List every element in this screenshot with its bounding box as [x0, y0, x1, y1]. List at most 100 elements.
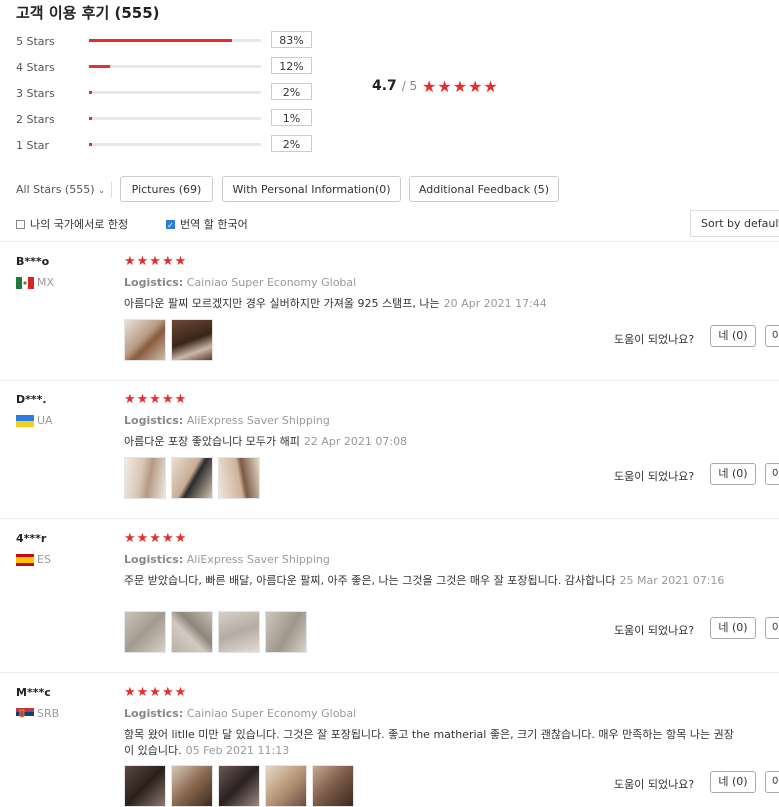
review-text: 주문 받았습니다, 빠른 배달, 아름다운 팔찌, 아주 좋은, 나는 그것을 … — [124, 573, 744, 589]
rating-row-2[interactable]: 2 Stars 1% — [16, 109, 312, 129]
personal-info-filter-button[interactable]: With Personal Information(0) — [222, 176, 401, 202]
rating-percent: 12% — [271, 57, 312, 74]
logistics-label: Logistics: — [124, 553, 184, 566]
review-photo-thumbnail[interactable] — [171, 765, 213, 807]
review-logistics: Logistics: AliExpress Saver Shipping — [124, 553, 330, 566]
rating-bar — [89, 91, 261, 94]
country-only-option[interactable]: 나의 국가에서로 한정 — [16, 216, 128, 232]
review-item: D***. UA ★★★★★ Logistics: AliExpress Sav… — [0, 392, 779, 518]
helpful-yes-button[interactable]: 네 (0) — [710, 325, 756, 347]
review-stars: ★★★★★ — [124, 392, 188, 407]
all-stars-dropdown[interactable]: All Stars (555) ⌄ — [16, 183, 105, 196]
review-body: 아름다운 포장 좋았습니다 모두가 해피 — [124, 435, 300, 448]
review-photo-thumbnail[interactable] — [265, 611, 307, 653]
chevron-down-icon: ⌄ — [98, 186, 105, 195]
helpful-no-button[interactable]: 아 — [765, 463, 779, 485]
review-photo-thumbnail[interactable] — [124, 319, 166, 361]
helpful-no-button[interactable]: 아 — [765, 617, 779, 639]
review-date: 25 Mar 2021 07:16 — [619, 574, 725, 587]
helpful-no-button[interactable]: 아 — [765, 325, 779, 347]
divider — [0, 672, 779, 673]
pictures-filter-button[interactable]: Pictures (69) — [120, 176, 213, 202]
country-only-label: 나의 국가에서로 한정 — [30, 218, 129, 231]
review-photo-thumbnail[interactable] — [218, 457, 260, 499]
review-stars: ★★★★★ — [124, 531, 188, 546]
review-text: 아름다운 포장 좋았습니다 모두가 해피 22 Apr 2021 07:08 — [124, 434, 744, 450]
review-photo-thumbnail[interactable] — [218, 611, 260, 653]
score-out-of: / 5 — [401, 79, 418, 93]
reviewer-country: UA — [37, 414, 53, 427]
rating-bar-fill — [89, 65, 110, 68]
helpful-yes-button[interactable]: 네 (0) — [710, 771, 756, 793]
rating-bar — [89, 39, 261, 42]
review-photos — [124, 611, 307, 653]
rating-bar — [89, 143, 261, 146]
flag-srb-icon — [16, 708, 34, 720]
logistics-value: AliExpress Saver Shipping — [186, 553, 330, 566]
rating-percent: 2% — [271, 135, 312, 152]
review-photo-thumbnail[interactable] — [218, 765, 260, 807]
review-logistics: Logistics: Cainiao Super Economy Global — [124, 276, 356, 289]
reviewer-country: MX — [37, 276, 55, 289]
helpful-label: 도움이 되었나요? — [614, 778, 695, 791]
rating-row-5[interactable]: 5 Stars 83% — [16, 31, 312, 51]
review-photos — [124, 765, 354, 807]
review-text: 아름다운 팔찌 모르겠지만 경우 실버하지만 가져올 925 스탬프, 나는 20… — [124, 296, 744, 312]
logistics-label: Logistics: — [124, 276, 184, 289]
average-score: 4.7 / 5 — [372, 78, 417, 94]
helpful-yes-button[interactable]: 네 (0) — [710, 463, 756, 485]
average-stars: ★★★★★ — [422, 77, 499, 96]
review-photos — [124, 457, 260, 499]
country-only-checkbox[interactable] — [16, 219, 25, 229]
review-stars: ★★★★★ — [124, 685, 188, 700]
review-photo-thumbnail[interactable] — [124, 457, 166, 499]
helpful-yes-button[interactable]: 네 (0) — [710, 617, 756, 639]
review-photo-thumbnail[interactable] — [124, 765, 166, 807]
reviewer-name: B***o — [16, 255, 50, 268]
rating-bar-fill — [89, 143, 93, 146]
flag-es-icon — [16, 554, 34, 566]
rating-row-4[interactable]: 4 Stars 12% — [16, 57, 312, 77]
review-photo-thumbnail[interactable] — [171, 611, 213, 653]
logistics-value: AliExpress Saver Shipping — [186, 414, 330, 427]
review-logistics: Logistics: Cainiao Super Economy Global — [124, 707, 356, 720]
review-photo-thumbnail[interactable] — [124, 611, 166, 653]
divider — [0, 241, 779, 242]
review-photo-thumbnail[interactable] — [312, 765, 354, 807]
reviewer-name: 4***r — [16, 532, 47, 545]
rating-label: 1 Star — [16, 138, 50, 152]
translate-checkbox[interactable]: ✓ — [166, 219, 175, 230]
rating-bar-fill — [89, 117, 92, 120]
rating-label: 4 Stars — [16, 60, 55, 74]
rating-percent: 1% — [271, 109, 312, 126]
additional-feedback-filter-button[interactable]: Additional Feedback (5) — [409, 176, 559, 202]
helpful-label: 도움이 되었나요? — [614, 470, 695, 483]
review-photos — [124, 319, 213, 361]
review-photo-thumbnail[interactable] — [265, 765, 307, 807]
all-stars-label: All Stars (555) — [16, 183, 95, 196]
review-text: 항목 왔어 litlle 미만 달 있습니다. 그것은 잘 포장됩니다. 좋고 … — [124, 727, 744, 759]
flag-mx-icon — [16, 277, 34, 289]
review-photo-thumbnail[interactable] — [171, 319, 213, 361]
rating-label: 2 Stars — [16, 112, 55, 126]
rating-percent: 83% — [271, 31, 312, 48]
rating-percent: 2% — [271, 83, 312, 100]
rating-row-1[interactable]: 1 Star 2% — [16, 135, 312, 155]
reviewer-country: SRB — [37, 707, 60, 720]
sort-dropdown[interactable]: Sort by default — [690, 210, 779, 237]
review-body: 아름다운 팔찌 모르겠지만 경우 실버하지만 가져올 925 스탬프, 나는 — [124, 297, 440, 310]
rating-row-3[interactable]: 3 Stars 2% — [16, 83, 312, 103]
review-item: M***c SRB ★★★★★ Logistics: Cainiao Super… — [0, 685, 779, 807]
helpful-no-button[interactable]: 아 — [765, 771, 779, 793]
translate-option[interactable]: ✓ 번역 할 한국어 — [166, 216, 248, 232]
reviewer-country: ES — [37, 553, 51, 566]
rating-bar-fill — [89, 39, 232, 42]
logistics-value: Cainiao Super Economy Global — [186, 707, 357, 720]
review-photo-thumbnail[interactable] — [171, 457, 213, 499]
logistics-label: Logistics: — [124, 414, 184, 427]
translate-label: 번역 할 한국어 — [180, 218, 248, 231]
review-date: 20 Apr 2021 17:44 — [443, 297, 547, 310]
rating-label: 5 Stars — [16, 34, 55, 48]
score-value: 4.7 — [372, 78, 397, 94]
review-date: 05 Feb 2021 11:13 — [185, 744, 290, 757]
